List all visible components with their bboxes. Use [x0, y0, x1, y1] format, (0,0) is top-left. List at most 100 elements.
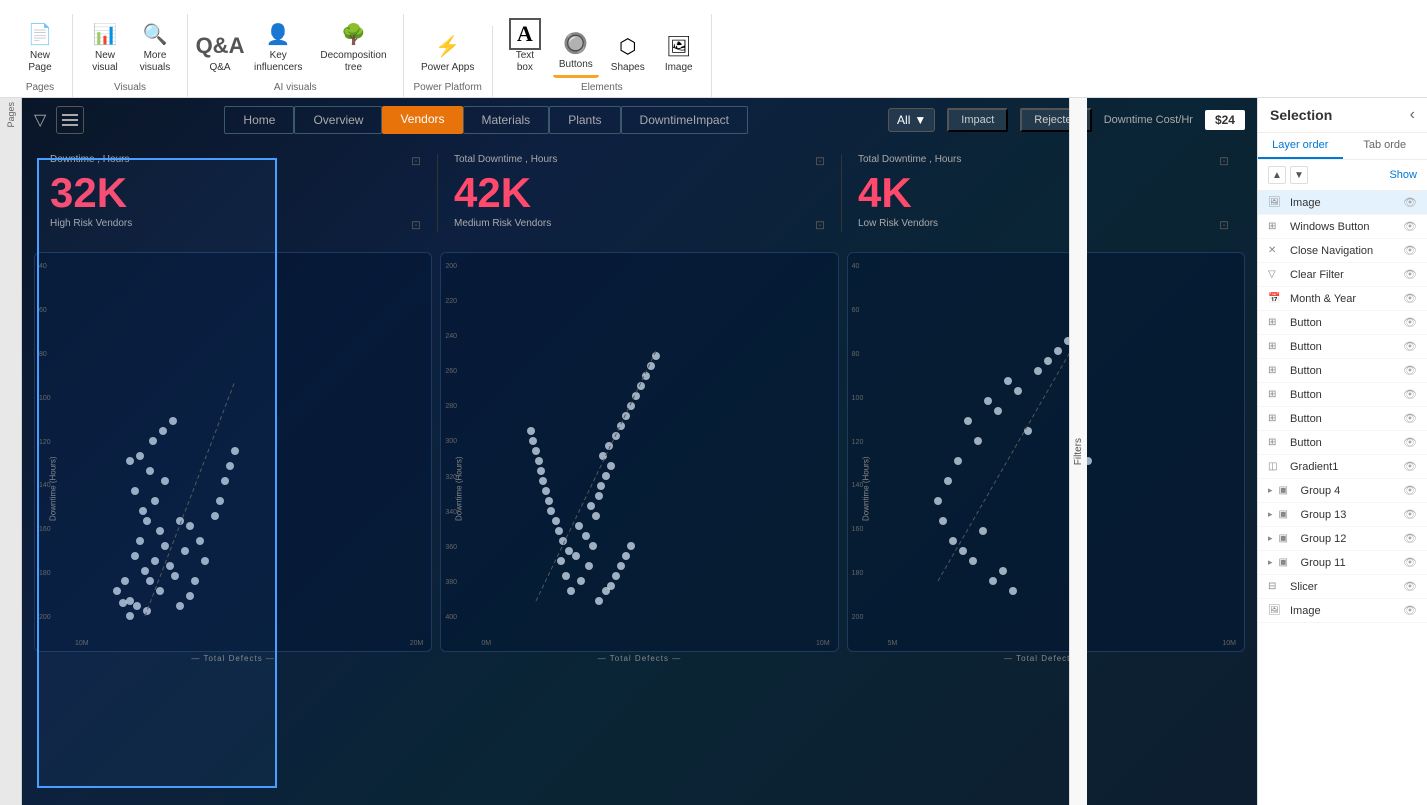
show-button[interactable]: Show — [1389, 169, 1417, 181]
layer-item-btn-2[interactable]: ⊞Button 👁 — [1258, 335, 1427, 359]
new-visual-button[interactable]: 📊 Newvisual — [83, 14, 127, 78]
layer-visibility-icon-17[interactable]: 👁 — [1403, 580, 1417, 593]
key-influencers-button[interactable]: 👤 Keyinfluencers — [248, 14, 308, 78]
group12-chevron: ▸ — [1268, 533, 1273, 544]
shapes-icon: ⬡ — [612, 30, 644, 62]
layer-item-btn-4[interactable]: ⊞Button 👁 — [1258, 383, 1427, 407]
layer-item-windows-btn[interactable]: ⊞ Windows Button 👁 — [1258, 215, 1427, 239]
layer-item-btn-5[interactable]: ⊞Button 👁 — [1258, 407, 1427, 431]
layer-item-group4[interactable]: ▸ ▣ Group 4 👁 — [1258, 479, 1427, 503]
layer-visibility-icon-14[interactable]: 👁 — [1403, 508, 1417, 521]
buttons-icon: 🔘 — [560, 27, 592, 59]
visuals-group-label: Visuals — [114, 82, 146, 93]
dropdown-value: All — [897, 113, 910, 127]
layer-name-clear-filter: Clear Filter — [1290, 269, 1344, 281]
platform-group-label: Power Platform — [414, 82, 482, 93]
layer-visibility-icon-16[interactable]: 👁 — [1403, 556, 1417, 569]
layer-btn-icon-1: ⊞ — [1268, 221, 1284, 232]
layer-visibility-icon-4[interactable]: 👁 — [1403, 268, 1417, 281]
layer-visibility-icon-18[interactable]: 👁 — [1403, 604, 1417, 617]
impact-button[interactable]: Impact — [947, 108, 1008, 132]
shapes-button[interactable]: ⬡ Shapes — [605, 26, 651, 78]
panel-close-button[interactable]: ‹ — [1410, 106, 1415, 124]
layer-item-clear-filter[interactable]: ▽ Clear Filter 👁 — [1258, 263, 1427, 287]
filter-dropdown[interactable]: All ▼ — [888, 108, 935, 132]
layer-visibility-icon-10[interactable]: 👁 — [1403, 412, 1417, 425]
layer-visibility-icon-9[interactable]: 👁 — [1403, 388, 1417, 401]
layer-item-slicer[interactable]: ⊟Slicer 👁 — [1258, 575, 1427, 599]
layer-item-gradient1[interactable]: ◫Gradient1 👁 — [1258, 455, 1427, 479]
buttons-label: Buttons — [559, 59, 593, 71]
layer-btn-icon-7: ⊞ — [1268, 437, 1284, 448]
arrow-down-button[interactable]: ▼ — [1290, 166, 1308, 184]
layer-visibility-icon-8[interactable]: 👁 — [1403, 364, 1417, 377]
layer-item-group12[interactable]: ▸ ▣ Group 12 👁 — [1258, 527, 1427, 551]
tab-layer-order[interactable]: Layer order — [1258, 133, 1343, 159]
decomp-tree-label: Decompositiontree — [320, 50, 386, 74]
layer-slicer-icon: ⊟ — [1268, 581, 1284, 592]
layer-visibility-icon-11[interactable]: 👁 — [1403, 436, 1417, 449]
tab-downtime[interactable]: DowntimeImpact — [621, 106, 748, 134]
arrow-up-button[interactable]: ▲ — [1268, 166, 1286, 184]
filter-icon[interactable]: ▽ — [34, 110, 46, 130]
toolbar: 📄 NewPage Pages 📊 Newvisual 🔍 Morevisual… — [0, 0, 1427, 98]
layer-item-btn-6[interactable]: ⊞Button 👁 — [1258, 431, 1427, 455]
layer-item-btn-1[interactable]: ⊞Button 👁 — [1258, 311, 1427, 335]
dropdown-arrow: ▼ — [914, 113, 926, 127]
chart-med-scatter — [481, 261, 829, 621]
layer-item-group13[interactable]: ▸ ▣ Group 13 👁 — [1258, 503, 1427, 527]
filters-side-panel[interactable]: Filters — [1069, 98, 1087, 805]
layer-item-image-1[interactable]: 🖼 Image 👁 — [1258, 191, 1427, 215]
textbox-button[interactable]: A Textbox — [503, 14, 547, 78]
layer-item-month-year[interactable]: 📅 Month & Year 👁 — [1258, 287, 1427, 311]
layer-visibility-icon-3[interactable]: 👁 — [1403, 244, 1417, 257]
layer-visibility-icon-1[interactable]: 👁 — [1403, 196, 1417, 209]
decomp-tree-button[interactable]: 🌳 Decompositiontree — [314, 14, 392, 78]
menu-icon[interactable] — [56, 106, 84, 134]
filters-label[interactable]: Filters — [1073, 438, 1084, 465]
toolbar-group-platform: ⚡ Power Apps Power Platform — [404, 26, 493, 97]
group11-chevron: ▸ — [1268, 557, 1273, 568]
qa-icon: Q&A — [204, 30, 236, 62]
new-page-button[interactable]: 📄 NewPage — [18, 14, 62, 78]
power-apps-button[interactable]: ⚡ Power Apps — [415, 26, 480, 78]
new-visual-label: Newvisual — [92, 50, 118, 74]
layer-visibility-icon-7[interactable]: 👁 — [1403, 340, 1417, 353]
chart-medium-risk: 400 380 360 340 320 300 280 260 240 220 … — [440, 252, 838, 652]
tab-tab-order[interactable]: Tab orde — [1343, 133, 1427, 159]
tab-plants[interactable]: Plants — [549, 106, 620, 134]
layer-name-image-1: Image — [1290, 197, 1321, 209]
canvas-area[interactable]: ▽ Home Overview Vendors Materials Plants… — [22, 98, 1257, 805]
layer-visibility-icon-13[interactable]: 👁 — [1403, 484, 1417, 497]
image-button[interactable]: 🖼 Image — [657, 26, 701, 78]
buttons-button[interactable]: 🔘 Buttons — [553, 23, 599, 78]
tab-vendors[interactable]: Vendors — [382, 106, 462, 134]
panel-header: Selection ‹ — [1258, 98, 1427, 133]
tab-overview[interactable]: Overview — [294, 106, 382, 134]
more-visuals-button[interactable]: 🔍 Morevisuals — [133, 14, 177, 78]
layer-btn-icon-3: ⊞ — [1268, 341, 1284, 352]
layer-item-btn-3[interactable]: ⊞Button 👁 — [1258, 359, 1427, 383]
layer-name-windows-btn: Windows Button — [1290, 221, 1369, 233]
main-container: Pages ▽ Home Overview Vendors Materials — [0, 98, 1427, 805]
tab-materials[interactable]: Materials — [463, 106, 550, 134]
layer-visibility-icon-6[interactable]: 👁 — [1403, 316, 1417, 329]
cost-value: $24 — [1205, 110, 1245, 130]
layer-name-close-nav: Close Navigation — [1290, 245, 1373, 257]
layer-visibility-icon-12[interactable]: 👁 — [1403, 460, 1417, 473]
layer-item-group11[interactable]: ▸ ▣ Group 11 👁 — [1258, 551, 1427, 575]
qa-button[interactable]: Q&A Q&A — [198, 26, 242, 78]
layer-item-image-2[interactable]: 🖼Image 👁 — [1258, 599, 1427, 623]
layer-visibility-icon-15[interactable]: 👁 — [1403, 532, 1417, 545]
dashboard-tabs: Home Overview Vendors Materials Plants D… — [224, 106, 748, 134]
toolbar-group-visuals: 📊 Newvisual 🔍 Morevisuals Visuals — [73, 14, 188, 97]
layer-image-icon: 🖼 — [1268, 197, 1284, 208]
qa-label: Q&A — [209, 62, 230, 74]
key-influencers-label: Keyinfluencers — [254, 50, 302, 74]
layer-item-close-nav[interactable]: ✕ Close Navigation 👁 — [1258, 239, 1427, 263]
layer-visibility-icon-5[interactable]: 👁 — [1403, 292, 1417, 305]
textbox-icon: A — [509, 18, 541, 50]
layer-name-month-year: Month & Year — [1290, 293, 1356, 305]
layer-visibility-icon-2[interactable]: 👁 — [1403, 220, 1417, 233]
tab-home[interactable]: Home — [224, 106, 294, 134]
